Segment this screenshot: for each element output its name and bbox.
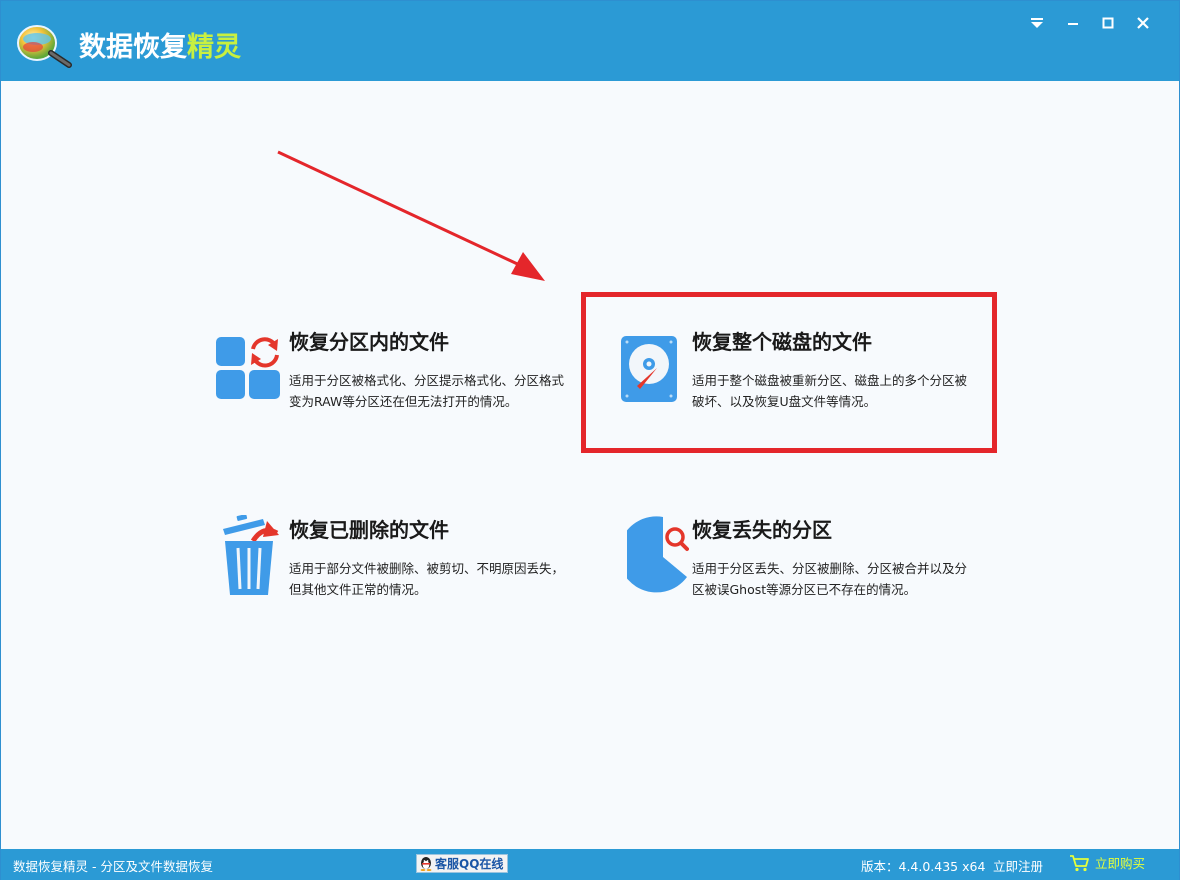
red-highlight-box	[581, 292, 997, 453]
app-window: 数据恢复精灵 恢复分区内的文件 适用于分区被格式化、分区提示格式化、分区格式变为…	[0, 0, 1180, 880]
dropdown-menu-icon	[1031, 18, 1043, 28]
minimize-icon	[1068, 23, 1078, 25]
card-desc: 适用于部分文件被删除、被剪切、不明原因丢失，但其他文件正常的情况。	[289, 561, 565, 597]
red-arrow-annotation	[277, 150, 545, 281]
close-icon	[1137, 17, 1149, 29]
maximize-button[interactable]	[1094, 11, 1122, 35]
card-title: 恢复分区内的文件	[289, 330, 449, 354]
main-content	[1, 81, 1179, 849]
shopping-cart-icon	[1070, 854, 1089, 871]
buy-now-label: 立即购买	[1095, 856, 1146, 871]
buy-now-button[interactable]: 立即购买	[1069, 853, 1145, 872]
qq-penguin-icon	[420, 857, 432, 871]
register-link[interactable]: 立即注册	[993, 856, 1043, 875]
version-text: 版本：4.4.0.435 x64	[861, 859, 986, 874]
lost-partition-icon	[627, 516, 689, 593]
qq-support-label: 客服QQ在线	[435, 857, 504, 871]
app-title-main: 数据恢复	[79, 32, 187, 63]
card-title: 恢复已删除的文件	[289, 518, 449, 542]
qq-support-button[interactable]: 客服QQ在线	[416, 854, 508, 873]
recycle-bin-icon	[223, 515, 279, 595]
minimize-button[interactable]	[1059, 11, 1087, 35]
menu-button[interactable]	[1023, 11, 1051, 35]
status-bar: 数据恢复精灵 - 分区及文件数据恢复 客服QQ在线 版本：4.4.0.435 x…	[1, 849, 1179, 880]
card-desc: 适用于分区丢失、分区被删除、分区被合并以及分区被误Ghost等源分区已不存在的情…	[692, 561, 968, 597]
card-desc: 适用于分区被格式化、分区提示格式化、分区格式变为RAW等分区还在但无法打开的情况…	[289, 373, 565, 409]
app-title-accent: 精灵	[187, 32, 241, 63]
partition-recover-icon	[216, 337, 280, 399]
title-bar: 数据恢复精灵	[1, 1, 1179, 81]
close-button[interactable]	[1129, 11, 1157, 35]
card-title: 恢复丢失的分区	[692, 518, 832, 542]
app-title: 数据恢复精灵	[79, 25, 241, 64]
maximize-icon	[1102, 17, 1114, 29]
status-text: 数据恢复精灵 - 分区及文件数据恢复	[13, 859, 213, 874]
app-logo-icon	[17, 25, 72, 68]
